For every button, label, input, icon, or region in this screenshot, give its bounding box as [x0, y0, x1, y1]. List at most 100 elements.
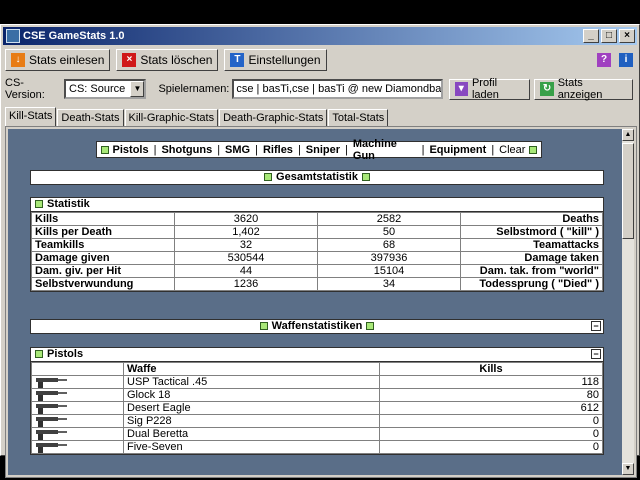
table-row: Glock 18 80	[31, 388, 603, 402]
minimize-button[interactable]: _	[583, 29, 599, 43]
tab-total-stats[interactable]: Total-Stats	[328, 109, 389, 126]
scroll-down-icon[interactable]: ▼	[622, 463, 634, 475]
filter-machine-gun[interactable]: Machine Gun	[353, 138, 417, 162]
summary-header: Gesamtstatistik	[30, 170, 604, 185]
settings-button[interactable]: T Einstellungen	[224, 49, 327, 71]
stats-panel: Pistols | Shotguns | SMG | Rifles | Snip…	[5, 126, 637, 478]
weapon-name: Sig P228	[123, 414, 380, 428]
collapse-icon[interactable]: −	[591, 349, 601, 359]
load-profile-button[interactable]: ▾ Profil laden	[448, 77, 531, 101]
tab-kill-graphic-stats[interactable]: Kill-Graphic-Stats	[124, 109, 219, 126]
pistols-section-title: Pistols	[47, 348, 84, 360]
weapon-name: Dual Beretta	[123, 427, 380, 441]
filter-separator: |	[297, 143, 301, 156]
pistol-icon	[34, 390, 68, 401]
summary-cell-v1: 44	[174, 264, 318, 278]
scroll-up-icon[interactable]: ▲	[622, 129, 634, 141]
summary-cell-v1: 1,402	[174, 225, 318, 239]
close-button[interactable]: ×	[619, 29, 635, 43]
filter-pistols[interactable]: Pistols	[113, 144, 149, 156]
checkbox-icon	[366, 322, 375, 331]
weapon-kills: 118	[379, 375, 603, 389]
settings-icon: T	[230, 53, 245, 67]
summary-cell-right: Dam. tak. from "world"	[460, 264, 603, 278]
summary-cell-v2: 397936	[317, 251, 461, 265]
pistol-icon	[34, 377, 68, 388]
summary-cell-right: Selbstmord ( "kill" )	[460, 225, 603, 239]
title-bar[interactable]: CSE GameStats 1.0 _ □ ×	[3, 27, 637, 45]
read-stats-label: Stats einlesen	[29, 53, 105, 67]
checkbox-icon[interactable]	[101, 145, 109, 154]
weapon-name: Desert Eagle	[123, 401, 380, 415]
table-row: Dual Beretta 0	[31, 427, 603, 441]
weapon-image-cell	[31, 414, 124, 428]
table-row: Dam. giv. per Hit 44 15104 Dam. tak. from "…	[31, 264, 603, 278]
filter-equipment[interactable]: Equipment	[429, 144, 486, 156]
filter-separator: |	[153, 143, 157, 156]
pistols-box: Pistols − Waffe Kills USP Tactical .45 11…	[30, 347, 604, 455]
weapon-image-cell	[31, 388, 124, 402]
pistols-table: Waffe Kills USP Tactical .45 118 Glock 18 8…	[31, 362, 603, 454]
settings-label: Einstellungen	[248, 53, 321, 67]
weapon-kills: 80	[379, 388, 603, 402]
summary-section-header: Statistik	[31, 198, 603, 212]
table-header-row: Waffe Kills	[31, 362, 603, 376]
checkbox-icon[interactable]	[529, 145, 537, 154]
vertical-scrollbar[interactable]: ▲ ▼	[622, 129, 634, 475]
table-row: Sig P228 0	[31, 414, 603, 428]
read-stats-button[interactable]: ↓ Stats einlesen	[5, 49, 111, 71]
window-title: CSE GameStats 1.0	[23, 30, 125, 42]
stats-content[interactable]: Pistols | Shotguns | SMG | Rifles | Snip…	[8, 129, 626, 475]
summary-cell-v2: 34	[317, 277, 461, 291]
info-button[interactable]: i	[617, 51, 635, 69]
weapon-name: Glock 18	[123, 388, 380, 402]
filter-smg[interactable]: SMG	[225, 144, 250, 156]
delete-stats-button[interactable]: × Stats löschen	[116, 49, 219, 71]
version-select[interactable]: CS: Source ▼	[64, 79, 147, 99]
summary-section-title: Statistik	[47, 198, 90, 210]
summary-cell-v1: 1236	[174, 277, 318, 291]
download-icon: ↓	[11, 53, 25, 67]
summary-cell-left: Damage given	[31, 251, 175, 265]
weapon-image-cell	[31, 440, 124, 454]
summary-cell-v2: 50	[317, 225, 461, 239]
weapon-image-cell	[31, 375, 124, 389]
summary-cell-v1: 3620	[174, 212, 318, 226]
summary-cell-v2: 68	[317, 238, 461, 252]
options-row: CS-Version: CS: Source ▼ Spielernamen: c…	[5, 77, 637, 101]
weapon-name: USP Tactical .45	[123, 375, 380, 389]
help-button[interactable]: ?	[595, 51, 613, 69]
table-row: Kills per Death 1,402 50 Selbstmord ( "kill…	[31, 225, 603, 239]
load-profile-label: Profil laden	[471, 77, 499, 101]
app-window: CSE GameStats 1.0 _ □ × ↓ Stats einlesen…	[0, 24, 640, 478]
player-names-input[interactable]: cse | basTi,cse | basTi @ new Diamondbac…	[232, 79, 443, 99]
version-value: CS: Source	[69, 83, 126, 95]
maximize-button[interactable]: □	[601, 29, 617, 43]
tab-death-graphic-stats[interactable]: Death-Graphic-Stats	[219, 109, 328, 126]
tab-death-stats[interactable]: Death-Stats	[57, 109, 124, 126]
help-icon: ?	[597, 53, 611, 67]
scroll-thumb[interactable]	[622, 143, 634, 239]
filter-shotguns[interactable]: Shotguns	[161, 144, 212, 156]
filter-clear[interactable]: Clear	[499, 144, 525, 156]
summary-cell-left: Kills	[31, 212, 175, 226]
pistol-icon	[34, 416, 68, 427]
summary-cell-left: Kills per Death	[31, 225, 175, 239]
weapon-image-cell	[31, 427, 124, 441]
weapon-filter: Pistols | Shotguns | SMG | Rifles | Snip…	[96, 138, 542, 162]
pistols-section-header: Pistols −	[31, 348, 603, 362]
version-label: CS-Version:	[5, 77, 45, 101]
summary-table: Kills 3620 2582 Deaths Kills per Death 1,402 5…	[31, 212, 603, 291]
filter-rifles[interactable]: Rifles	[263, 144, 293, 156]
weapon-image-cell	[31, 401, 124, 415]
show-stats-button[interactable]: ↻ Stats anzeigen	[534, 77, 634, 101]
table-row: Selbstverwundung 1236 34 Todessprung ( "Die…	[31, 277, 603, 291]
kills-column-header: Kills	[379, 362, 603, 376]
chevron-down-icon[interactable]: ▼	[130, 81, 145, 97]
filter-sniper[interactable]: Sniper	[306, 144, 340, 156]
tab-kill-stats[interactable]: Kill-Stats	[5, 107, 57, 126]
summary-cell-right: Damage taken	[460, 251, 603, 265]
collapse-icon[interactable]: −	[591, 321, 601, 331]
names-label: Spielernamen:	[158, 83, 230, 95]
filter-separator: |	[421, 143, 425, 156]
